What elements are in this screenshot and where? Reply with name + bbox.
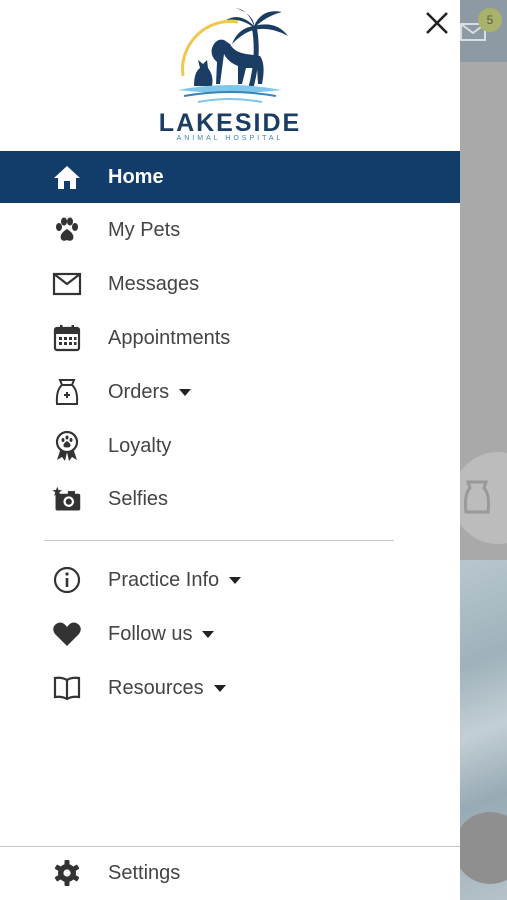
chevron-down-icon: [229, 576, 242, 584]
menu-divider: [44, 540, 394, 541]
menu-item-appointments[interactable]: Appointments: [0, 311, 460, 365]
logo-wordmark: LAKESIDE: [158, 109, 302, 137]
heart-icon: [52, 619, 82, 649]
gear-icon: [52, 858, 82, 888]
chevron-down-icon: [179, 388, 192, 396]
menu-item-label: Loyalty: [108, 434, 172, 457]
award-icon: [52, 430, 82, 461]
practice-info-label-text: Practice Info: [108, 568, 220, 591]
bag-icon: [52, 377, 82, 407]
chevron-down-icon: [202, 630, 215, 638]
resources-label-text: Resources: [108, 676, 204, 699]
orders-label-text: Orders: [108, 380, 170, 403]
menu-item-label: Messages: [108, 272, 200, 295]
menu-item-label: Home: [108, 165, 164, 188]
message-count-badge: 5: [478, 8, 502, 32]
paw-icon: [52, 215, 82, 245]
background-app-overlay[interactable]: 5: [460, 0, 507, 900]
menu-item-label: Resources: [108, 677, 226, 700]
menu-item-label: Appointments: [108, 326, 231, 349]
menu-item-settings[interactable]: Settings: [0, 846, 460, 900]
menu-item-orders[interactable]: Orders: [0, 365, 460, 419]
background-bag-icon: [464, 480, 490, 514]
background-fab: [460, 812, 507, 884]
menu-item-label: Orders: [108, 380, 192, 404]
menu-item-label: Settings: [108, 861, 181, 884]
menu-item-label: Practice Info: [108, 568, 242, 592]
navigation-drawer: LAKESIDE ANIMAL HOSPITAL Home My Pets Me…: [0, 0, 460, 900]
brand-logo: LAKESIDE ANIMAL HOSPITAL: [150, 6, 310, 144]
follow-us-label-text: Follow us: [108, 622, 193, 645]
menu-item-follow-us[interactable]: Follow us: [0, 607, 460, 661]
calendar-icon: [52, 323, 82, 353]
book-icon: [52, 673, 82, 703]
logo-subtitle: ANIMAL HOSPITAL: [176, 135, 284, 142]
background-orders-button: [460, 452, 507, 544]
close-icon[interactable]: [422, 8, 452, 38]
menu-item-label: My Pets: [108, 218, 181, 241]
menu-item-label: Follow us: [108, 622, 215, 646]
menu-item-label: Selfies: [108, 487, 169, 510]
home-icon: [52, 162, 82, 192]
menu-item-selfies[interactable]: Selfies: [0, 472, 460, 526]
chevron-down-icon: [213, 684, 226, 692]
menu-item-loyalty[interactable]: Loyalty: [0, 419, 460, 473]
logo-graphic: [178, 8, 288, 103]
camera-icon: [52, 484, 82, 514]
menu-item-resources[interactable]: Resources: [0, 661, 460, 715]
menu-item-messages[interactable]: Messages: [0, 257, 460, 311]
mail-icon: [52, 269, 82, 299]
menu-item-my-pets[interactable]: My Pets: [0, 203, 460, 257]
menu-item-home[interactable]: Home: [0, 151, 460, 203]
menu-item-practice-info[interactable]: Practice Info: [0, 553, 460, 607]
info-icon: [52, 565, 82, 595]
